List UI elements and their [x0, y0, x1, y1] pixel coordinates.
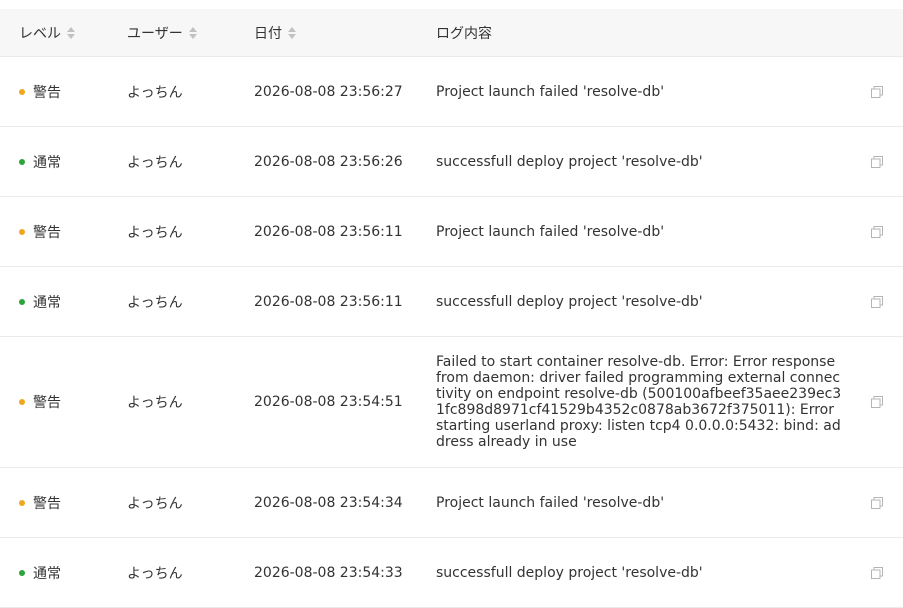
header-level-label: レベル — [19, 25, 61, 42]
date-cell: 2026-08-08 23:56:27 — [254, 83, 403, 100]
date-cell: 2026-08-08 23:56:11 — [254, 293, 403, 310]
message-cell: Project launch failed 'resolve-db' — [436, 83, 665, 100]
message-cell: successfull deploy project 'resolve-db' — [436, 564, 703, 581]
user-cell: よっちん — [127, 395, 183, 411]
message-cell: Project launch failed 'resolve-db' — [436, 494, 665, 511]
header-date[interactable]: 日付 — [254, 23, 436, 43]
level-label: 通常 — [33, 565, 61, 582]
level-status-dot — [19, 499, 25, 506]
level-cell: 通常 — [0, 563, 127, 583]
user-cell: よっちん — [127, 154, 183, 171]
header-user[interactable]: ユーザー — [127, 23, 254, 43]
user-cell: よっちん — [127, 84, 183, 101]
copy-icon[interactable] — [850, 566, 903, 580]
table-row: 警告 よっちん 2026-08-08 23:54:51 Failed to st… — [0, 337, 903, 468]
message-cell: successfull deploy project 'resolve-db' — [436, 153, 703, 170]
table-row: 通常 よっちん 2026-08-08 23:54:33 successfull … — [0, 538, 903, 608]
sort-icon[interactable] — [67, 26, 75, 40]
level-label: 警告 — [33, 395, 61, 411]
level-status-dot — [19, 399, 25, 405]
user-cell: よっちん — [127, 565, 183, 582]
table-row: 警告 よっちん 2026-08-08 23:54:34 Project laun… — [0, 468, 903, 538]
level-label: 通常 — [33, 294, 61, 311]
message-cell: successfull deploy project 'resolve-db' — [436, 293, 703, 310]
table-row: 警告 よっちん 2026-08-08 23:56:27 Project laun… — [0, 57, 903, 127]
level-cell: 警告 — [0, 222, 127, 242]
level-label: 警告 — [33, 84, 61, 101]
header-user-label: ユーザー — [127, 25, 183, 42]
copy-icon[interactable] — [850, 496, 903, 510]
user-cell: よっちん — [127, 495, 183, 512]
table-row: 通常 よっちん 2026-08-08 23:56:26 successfull … — [0, 127, 903, 197]
level-label: 通常 — [33, 154, 61, 171]
level-status-dot — [19, 228, 25, 235]
header-message: ログ内容 — [436, 23, 850, 43]
copy-icon[interactable] — [850, 155, 903, 169]
top-spacer — [0, 0, 903, 9]
user-cell: よっちん — [127, 224, 183, 241]
level-cell: 警告 — [0, 392, 127, 412]
level-label: 警告 — [33, 224, 61, 241]
level-cell: 警告 — [0, 493, 127, 513]
table-row: 通常 よっちん 2026-08-08 23:56:11 successfull … — [0, 267, 903, 337]
message-cell: Project launch failed 'resolve-db' — [436, 223, 665, 240]
date-cell: 2026-08-08 23:54:33 — [254, 564, 403, 581]
level-status-dot — [19, 298, 25, 305]
date-cell: 2026-08-08 23:54:51 — [254, 394, 403, 410]
header-level[interactable]: レベル — [0, 23, 127, 43]
level-cell: 通常 — [0, 152, 127, 172]
header-date-label: 日付 — [254, 25, 282, 42]
message-cell: Failed to start container resolve-db. Er… — [436, 354, 842, 450]
level-label: 警告 — [33, 495, 61, 512]
copy-icon[interactable] — [850, 85, 903, 99]
date-cell: 2026-08-08 23:54:34 — [254, 494, 403, 511]
sort-icon[interactable] — [188, 26, 197, 40]
level-cell: 警告 — [0, 82, 127, 102]
copy-icon[interactable] — [850, 395, 903, 409]
level-status-dot — [19, 88, 25, 95]
table-body: 警告 よっちん 2026-08-08 23:56:27 Project laun… — [0, 57, 903, 608]
date-cell: 2026-08-08 23:56:11 — [254, 223, 403, 240]
level-status-dot — [19, 569, 25, 576]
copy-icon[interactable] — [850, 225, 903, 239]
level-cell: 通常 — [0, 292, 127, 312]
sort-icon[interactable] — [288, 26, 296, 40]
header-message-label: ログ内容 — [436, 25, 492, 42]
date-cell: 2026-08-08 23:56:26 — [254, 153, 403, 170]
level-status-dot — [19, 158, 25, 165]
log-table: レベル ユーザー 日付 ログ内容 警告 よっちん 2026-08-08 23:5… — [0, 9, 903, 608]
copy-icon[interactable] — [850, 295, 903, 309]
table-header: レベル ユーザー 日付 ログ内容 — [0, 9, 903, 57]
table-row: 警告 よっちん 2026-08-08 23:56:11 Project laun… — [0, 197, 903, 267]
user-cell: よっちん — [127, 294, 183, 311]
